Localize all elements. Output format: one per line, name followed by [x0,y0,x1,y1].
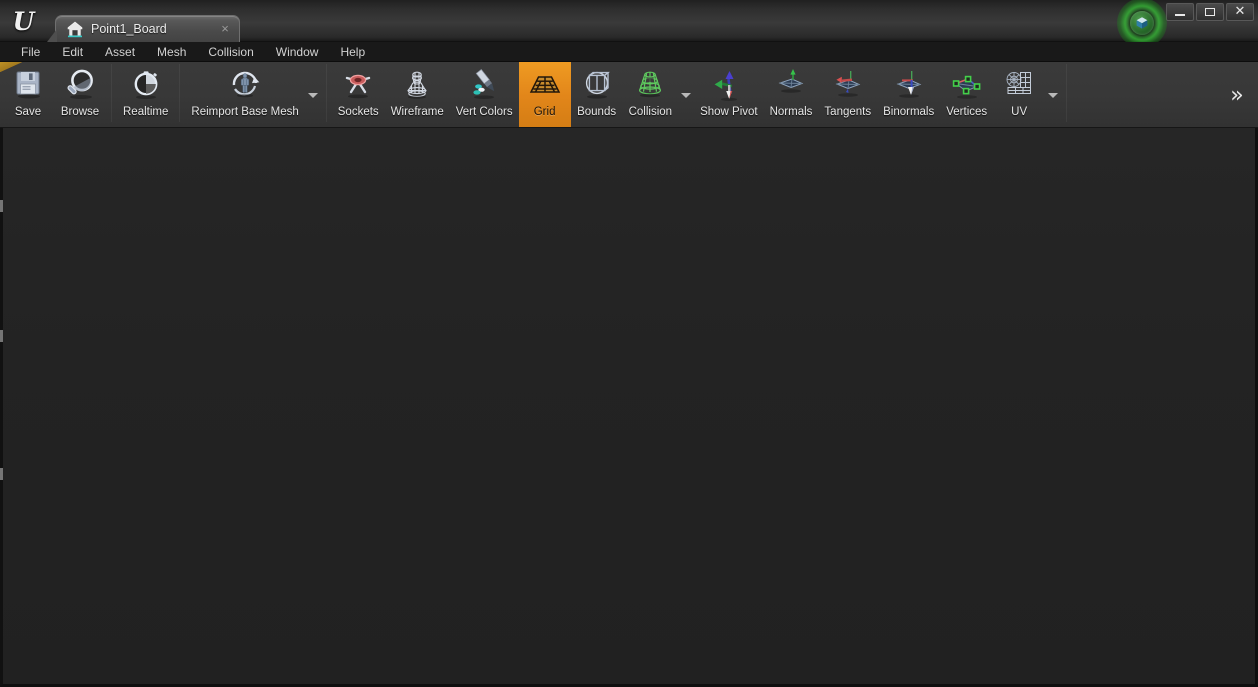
toolbar-button-reimport-base-mesh[interactable]: Reimport Base Mesh [185,62,304,127]
toolbar-separator-2 [179,64,181,122]
toolbar-separator-3 [325,64,327,122]
toolbar-dropdown-collision[interactable] [678,62,694,127]
toolbar-dropdown-uv[interactable] [1045,62,1061,127]
chevron-down-icon [307,92,318,98]
sockets-icon [338,67,378,105]
normals-icon [771,67,811,105]
toolbar-label-realtime: Realtime [123,106,169,118]
cube-badge-icon[interactable] [1130,11,1154,35]
viewport-canvas[interactable] [3,128,1255,684]
toolbar-button-save[interactable]: Save [2,62,54,127]
toolbar-button-wireframe[interactable]: Wireframe [385,62,450,127]
toolbar-button-vertices[interactable]: Vertices [940,62,993,127]
tangents-icon [828,67,868,105]
toolbar-button-bounds[interactable]: Bounds [571,62,623,127]
bounds-icon [577,67,617,105]
menu-item-collision[interactable]: Collision [197,42,264,62]
toolbar-separator-4 [1066,64,1068,122]
stopwatch-icon [126,67,166,105]
vertices-icon [947,67,987,105]
maximize-icon [1205,8,1215,16]
close-icon: ✕ [1234,4,1246,19]
toolbar-label-save: Save [14,106,42,118]
unreal-static-mesh-editor-window: U Point1_Board × ✕ File Edit Asset Mesh … [0,0,1258,687]
toolbar-button-show-pivot[interactable]: Show Pivot [694,62,764,127]
chevron-down-icon [681,92,692,98]
toolbar-label-uv: UV [1011,106,1028,118]
viewport-edge-mark [0,200,3,212]
menu-item-mesh[interactable]: Mesh [146,42,197,62]
toolbar-button-sockets[interactable]: Sockets [332,62,385,127]
toolbar-label-bounds: Bounds [577,106,617,118]
minimize-icon [1175,13,1185,16]
toolbar-label-normals: Normals [769,106,813,118]
close-button[interactable]: ✕ [1226,3,1254,21]
tab-close-icon[interactable]: × [216,20,234,38]
binormals-icon [889,67,929,105]
menu-item-window[interactable]: Window [265,42,330,62]
toolbar-label-vertices: Vertices [946,106,988,118]
toolbar-label-collision: Collision [628,106,673,118]
window-controls: ✕ [1166,3,1254,21]
toolbar-separator-1 [111,64,112,122]
collision-icon [630,67,670,105]
editor-toolbar: Save Browse Realtime Reimport Base Mesh … [0,62,1258,128]
toolbar-button-grid[interactable]: Grid [518,62,571,127]
toolbar-label-binormals: Binormals [883,106,935,118]
reimport-mesh-icon [225,67,265,105]
unreal-engine-logo-icon: U [12,6,35,36]
toolbar-label-show-pivot: Show Pivot [700,106,758,118]
toolbar-label-browse: Browse [60,106,100,118]
tab-title: Point1_Board [91,22,167,36]
toolbar-button-vert-colors[interactable]: Vert Colors [450,62,519,127]
menu-item-asset[interactable]: Asset [94,42,146,62]
title-bar: U Point1_Board × ✕ [0,0,1258,48]
maximize-button[interactable] [1196,3,1224,21]
mesh-viewport[interactable] [0,128,1258,687]
toolbar-button-realtime[interactable]: Realtime [117,62,174,127]
toolbar-button-collision[interactable]: Collision [623,62,678,127]
toolbar-button-normals[interactable]: Normals [764,62,819,127]
menu-item-file[interactable]: File [10,42,51,62]
magnifier-icon [60,67,100,105]
viewport-edge-mark [0,330,3,342]
menu-bar: File Edit Asset Mesh Collision Window He… [0,42,1258,62]
toolbar-dropdown-reimport[interactable] [305,62,321,127]
toolbar-label-wireframe: Wireframe [390,106,444,118]
toolbar-button-browse[interactable]: Browse [54,62,106,127]
viewport-edge-mark [0,468,3,480]
static-mesh-icon [66,20,84,38]
toolbar-label-tangents: Tangents [824,106,872,118]
editor-tab-point1-board[interactable]: Point1_Board × [47,15,240,42]
uv-icon [999,67,1039,105]
chevron-down-icon [1048,92,1059,98]
toolbar-label-vert-colors: Vert Colors [455,106,513,118]
toolbar-overflow-button[interactable]: » [1216,62,1258,127]
toolbar-button-uv[interactable]: UV [993,62,1045,127]
wireframe-icon [397,67,437,105]
toolbar-button-binormals[interactable]: Binormals [877,62,940,127]
floppy-disk-icon [8,67,48,105]
menu-item-help[interactable]: Help [329,42,376,62]
toolbar-button-tangents[interactable]: Tangents [818,62,877,127]
vert-colors-icon [464,67,504,105]
minimize-button[interactable] [1166,3,1194,21]
toolbar-label-sockets: Sockets [337,106,379,118]
toolbar-label-reimport-base-mesh: Reimport Base Mesh [191,106,299,118]
grid-icon [525,67,565,105]
pivot-axes-icon [709,67,749,105]
menu-item-edit[interactable]: Edit [51,42,94,62]
toolbar-label-grid: Grid [533,106,556,118]
